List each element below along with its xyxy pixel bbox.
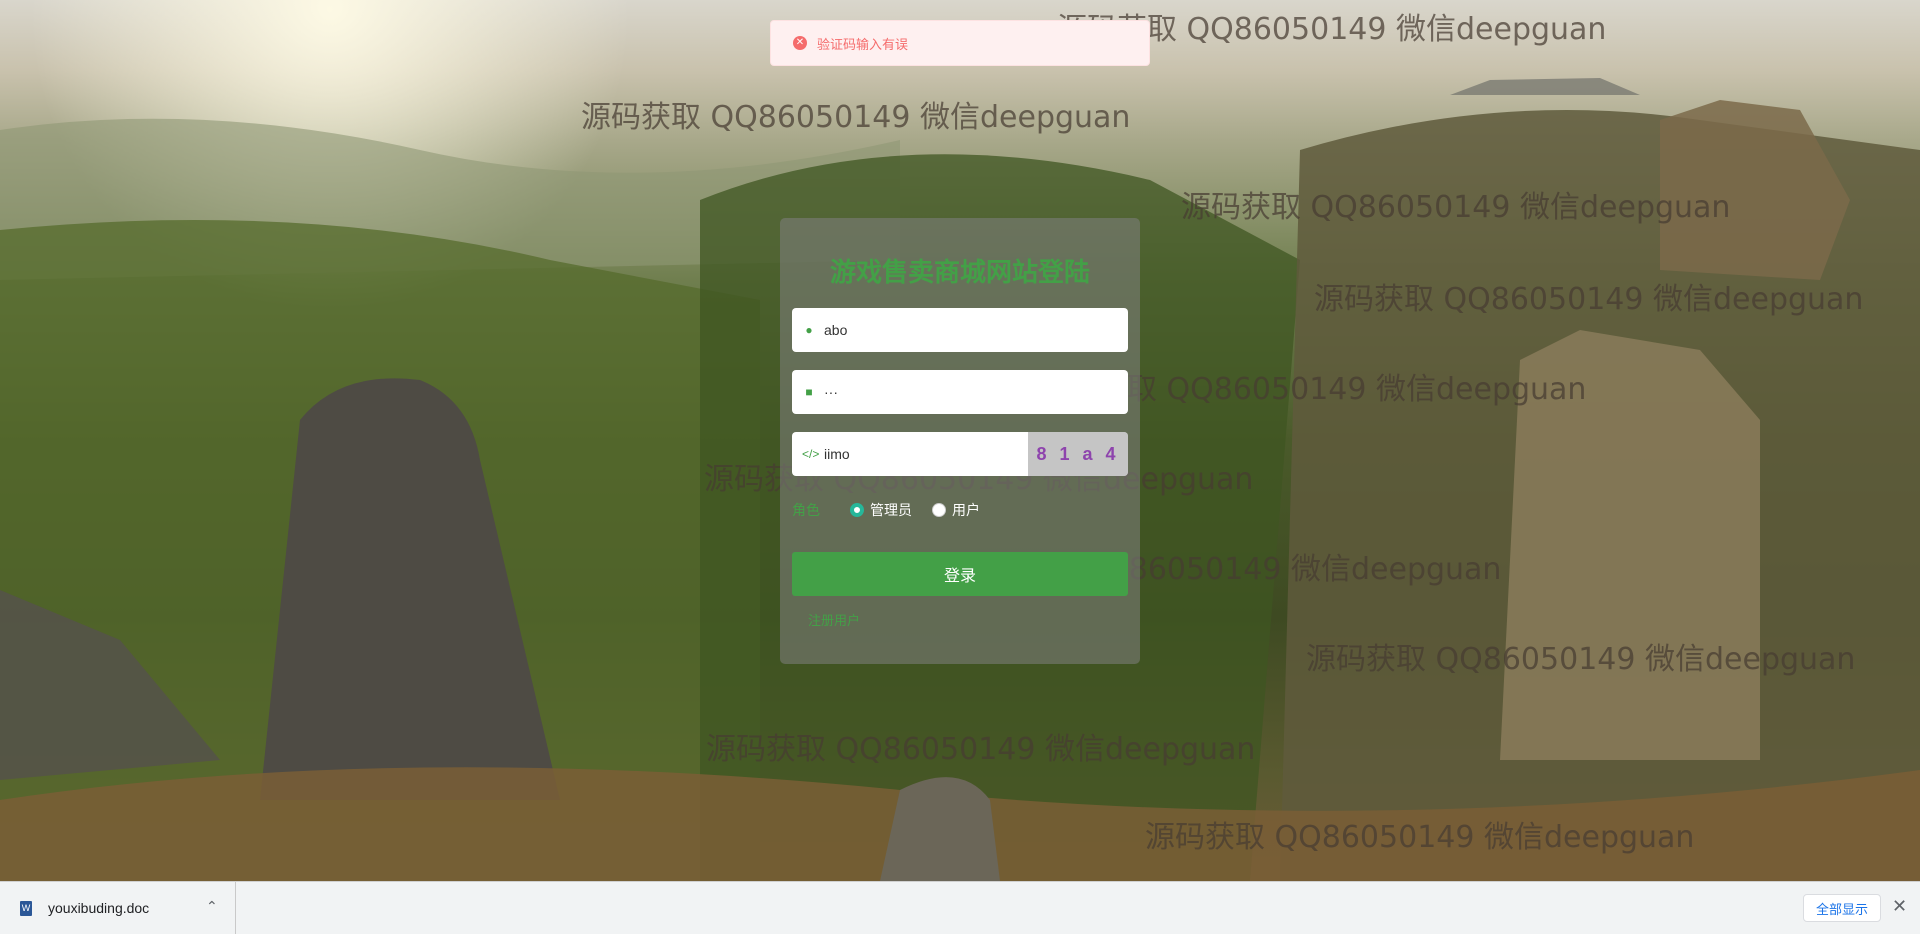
username-input[interactable]: ● abo bbox=[792, 308, 1128, 352]
login-button[interactable]: 登录 bbox=[792, 552, 1128, 596]
user-icon: ● bbox=[805, 323, 813, 337]
toast-message: 验证码输入有误 bbox=[817, 36, 909, 52]
download-bar: W youxibuding.doc ⌃ 全部显示 ✕ bbox=[0, 881, 1920, 934]
password-value: ··· bbox=[824, 384, 838, 400]
role-label-admin[interactable]: 管理员 bbox=[870, 500, 912, 520]
role-radio-admin[interactable] bbox=[850, 503, 864, 517]
download-item[interactable]: W youxibuding.doc ⌃ bbox=[0, 882, 236, 934]
close-icon[interactable]: ✕ bbox=[1892, 896, 1907, 917]
role-label: 角色 bbox=[792, 502, 820, 518]
download-file-name[interactable]: youxibuding.doc bbox=[48, 900, 149, 916]
password-input[interactable]: ■ ··· bbox=[792, 370, 1128, 414]
error-toast: ✕ 验证码输入有误 bbox=[770, 20, 1150, 66]
doc-file-icon: W bbox=[20, 900, 32, 916]
error-circle-icon: ✕ bbox=[793, 36, 807, 50]
login-panel: 游戏售卖商城网站登陆 ● abo ■ ··· </> iimo 8 1 a 4 … bbox=[780, 218, 1140, 664]
captcha-image[interactable]: 8 1 a 4 bbox=[1028, 432, 1128, 476]
captcha-value: iimo bbox=[824, 446, 850, 462]
chevron-up-icon[interactable]: ⌃ bbox=[206, 898, 218, 915]
captcha-image-text: 8 1 a 4 bbox=[1036, 443, 1120, 464]
login-title: 游戏售卖商城网站登陆 bbox=[829, 257, 1090, 287]
role-selector: 角色 管理员 用户 bbox=[792, 500, 1000, 520]
show-all-button[interactable]: 全部显示 bbox=[1803, 894, 1881, 922]
username-value: abo bbox=[824, 322, 848, 338]
role-radio-user[interactable] bbox=[932, 503, 946, 517]
lock-icon: ■ bbox=[805, 385, 813, 399]
code-icon: </> bbox=[802, 447, 820, 461]
captcha-input[interactable]: </> iimo 8 1 a 4 bbox=[792, 432, 1128, 476]
role-label-user[interactable]: 用户 bbox=[952, 500, 980, 520]
register-link[interactable]: 注册用户 bbox=[808, 610, 860, 629]
